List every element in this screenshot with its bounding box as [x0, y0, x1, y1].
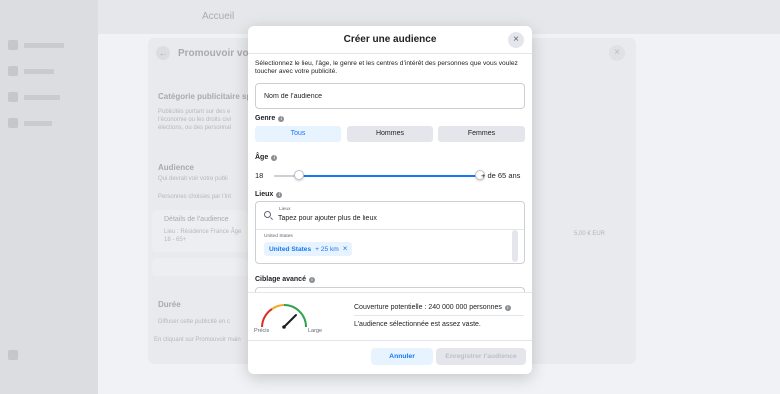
age-slider-track[interactable] [274, 174, 480, 177]
audience-subtitle: Qui devrait voir votre publi [158, 176, 228, 182]
location-radius-dropdown[interactable]: + 25 km [315, 246, 339, 253]
terms-text: En cliquant sur Promouvoir main [154, 337, 241, 343]
info-icon[interactable]: i [271, 154, 278, 161]
age-min-handle[interactable] [293, 170, 304, 180]
sidebar-item [8, 118, 52, 128]
age-slider-fill [298, 174, 480, 177]
dialog-title: Créer une audience [343, 34, 437, 45]
info-icon[interactable]: i [278, 115, 285, 122]
age-max-value: + de 65 ans [481, 171, 521, 180]
advanced-targeting-label: Ciblage avancé i [255, 276, 315, 283]
audience-name-input[interactable] [255, 83, 525, 109]
age-min-value: 18 [255, 171, 264, 180]
advanced-targeting-text: Ciblage avancé [255, 276, 306, 283]
audience-details-title: Détails de l’audience [164, 216, 229, 223]
gender-option-men[interactable]: Hommes [347, 126, 433, 142]
topbar-title: Accueil [202, 11, 235, 22]
info-icon[interactable]: i [504, 304, 511, 311]
chart-icon [8, 92, 18, 102]
age-label: Âge i [255, 154, 278, 161]
people-icon [8, 118, 18, 128]
save-audience-button[interactable]: Enregistrer l’audience [436, 348, 526, 365]
ads-icon [8, 66, 18, 76]
cancel-button[interactable]: Annuler [371, 348, 433, 365]
search-icon [264, 211, 271, 218]
sidebar-item [8, 66, 54, 76]
sidebar-item [8, 92, 60, 102]
background-header: ← Promouvoir vot [156, 46, 252, 60]
edit-audience-button [152, 258, 248, 276]
back-arrow-icon: ← [156, 46, 170, 60]
audience-breadth-status: L’audience sélectionnée est assez vaste. [354, 321, 481, 328]
background-title: Promouvoir vot [178, 47, 252, 59]
home-icon [8, 40, 18, 50]
gender-label-text: Genre [255, 115, 276, 122]
duration-title: Durée [158, 300, 181, 309]
dialog-description: Sélectionnez le lieu, l’âge, le genre et… [255, 60, 518, 75]
sidebar [0, 0, 98, 394]
create-audience-dialog: Créer une audience × Sélectionnez le lie… [248, 26, 532, 374]
info-icon[interactable]: i [308, 276, 315, 283]
locations-field-label: Lieux [279, 207, 291, 212]
gender-option-all[interactable]: Tous [255, 126, 341, 142]
potential-reach: Couverture potentielle : 240 000 000 per… [354, 304, 511, 311]
locations-country-label: United States [264, 234, 293, 239]
header-divider [248, 53, 532, 54]
category-text: Publicités portant sur des e l’économie … [158, 109, 232, 131]
gauge-label-broad: Large [308, 328, 323, 334]
duration-text: Diffuser cette publicité en c [158, 319, 230, 325]
locations-label-text: Lieux [255, 191, 274, 198]
background-right-column [532, 64, 628, 354]
audience-title: Audience [158, 163, 195, 172]
location-chip-name: United States [269, 245, 312, 253]
close-icon[interactable]: × [508, 32, 524, 48]
locations-scrollbar[interactable] [512, 230, 518, 262]
reach-divider [248, 292, 532, 293]
locations-divider [256, 229, 524, 230]
locations-field: Lieux United States United States + 25 k… [255, 201, 525, 264]
potential-reach-text: Couverture potentielle : 240 000 000 per… [354, 304, 502, 311]
category-title: Catégorie publicitaire sp [158, 92, 252, 101]
info-icon[interactable]: i [276, 191, 283, 198]
gender-option-women[interactable]: Femmes [438, 126, 525, 142]
footer-divider [248, 340, 532, 341]
locations-search-input[interactable] [278, 213, 508, 224]
sidebar-item [8, 40, 64, 50]
reach-inner-divider [354, 315, 524, 316]
background-close-icon: × [609, 45, 625, 61]
gender-label: Genre i [255, 115, 285, 122]
budget-amount: 5,00 € EUR [574, 231, 606, 237]
settings-icon [8, 350, 18, 360]
sidebar-item [8, 350, 18, 360]
age-label-text: Âge [255, 154, 269, 161]
gauge-label-specific: Précis [254, 328, 270, 334]
audience-details-text: Lieu : Résidence France Âge 18 - 65+ [164, 229, 242, 243]
remove-location-icon[interactable]: × [343, 245, 348, 253]
location-chip[interactable]: United States + 25 km × [264, 242, 353, 256]
locations-label: Lieux i [255, 191, 283, 198]
audience-people: Personnes choisies par l’int [158, 194, 232, 200]
